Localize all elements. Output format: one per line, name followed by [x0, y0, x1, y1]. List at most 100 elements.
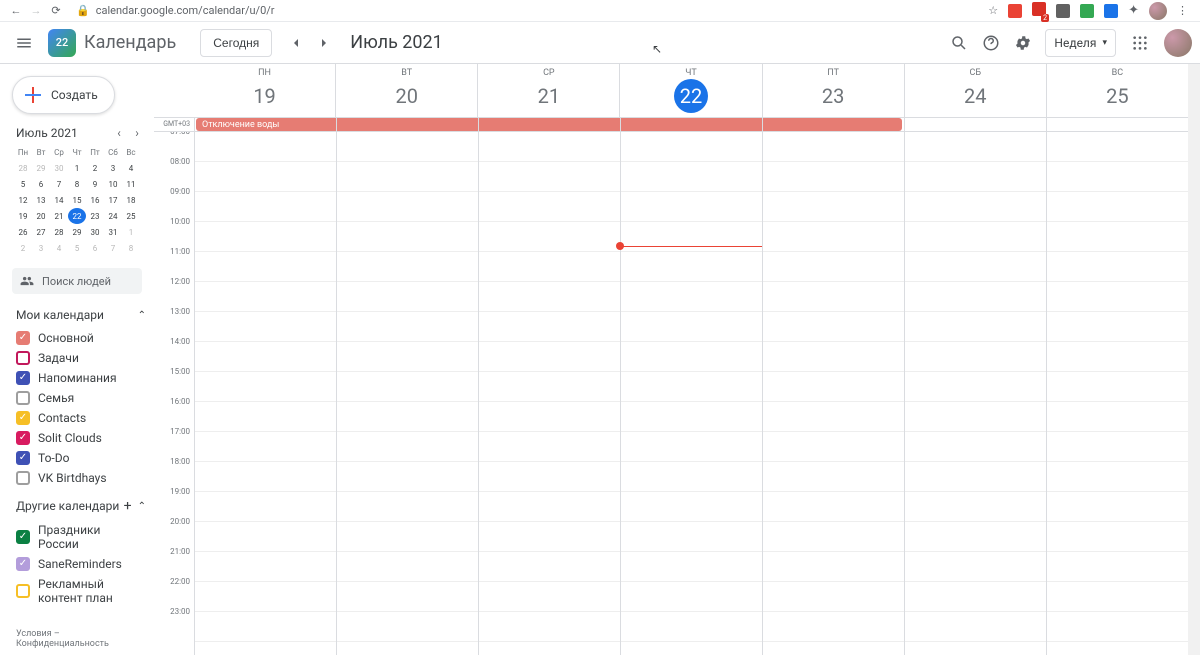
day-column[interactable] — [762, 132, 904, 655]
calendar-item[interactable]: Основной — [0, 328, 154, 348]
allday-cell[interactable] — [1046, 118, 1188, 131]
mini-day[interactable]: 1 — [68, 160, 86, 176]
day-header[interactable]: СБ24 — [904, 64, 1046, 117]
day-column[interactable] — [336, 132, 478, 655]
day-column[interactable] — [478, 132, 620, 655]
mini-day[interactable]: 29 — [32, 160, 50, 176]
mini-day[interactable]: 15 — [68, 192, 86, 208]
calendar-checkbox[interactable] — [16, 371, 30, 385]
mini-day[interactable]: 22 — [68, 208, 86, 224]
calendar-checkbox[interactable] — [16, 411, 30, 425]
mini-day[interactable]: 19 — [14, 208, 32, 224]
search-people-input[interactable]: Поиск людей — [12, 268, 142, 294]
mini-day[interactable]: 2 — [14, 240, 32, 256]
mini-day[interactable]: 23 — [86, 208, 104, 224]
calendar-checkbox[interactable] — [16, 431, 30, 445]
ext-icon-grey[interactable] — [1056, 4, 1070, 18]
mini-day[interactable]: 17 — [104, 192, 122, 208]
day-header[interactable]: ВС25 — [1046, 64, 1188, 117]
mini-prev-button[interactable]: ‹ — [110, 124, 128, 142]
account-avatar[interactable] — [1164, 29, 1192, 57]
mini-day[interactable]: 3 — [32, 240, 50, 256]
footer-links[interactable]: Условия – Конфиденциальность — [0, 625, 154, 653]
next-period-button[interactable] — [310, 29, 338, 57]
calendar-checkbox[interactable] — [16, 584, 30, 598]
allday-cell[interactable] — [336, 118, 478, 131]
view-switcher[interactable]: Неделя ▾ — [1045, 29, 1116, 57]
ext-icon-green[interactable] — [1080, 4, 1094, 18]
main-menu-button[interactable] — [8, 27, 40, 59]
mini-day[interactable]: 5 — [68, 240, 86, 256]
mini-day[interactable]: 4 — [50, 240, 68, 256]
mini-day[interactable]: 5 — [14, 176, 32, 192]
day-number[interactable]: 20 — [390, 79, 424, 113]
mini-day[interactable]: 6 — [32, 176, 50, 192]
day-header[interactable]: ВТ20 — [335, 64, 477, 117]
today-button[interactable]: Сегодня — [200, 29, 272, 57]
add-calendar-button[interactable]: + — [124, 498, 132, 514]
day-number[interactable]: 25 — [1100, 79, 1134, 113]
mini-day[interactable]: 16 — [86, 192, 104, 208]
forward-button[interactable]: → — [26, 4, 46, 17]
mini-day[interactable]: 10 — [104, 176, 122, 192]
back-button[interactable]: ← — [6, 4, 26, 17]
profile-avatar[interactable] — [1149, 2, 1167, 20]
mini-day[interactable]: 11 — [122, 176, 140, 192]
day-column[interactable] — [620, 132, 762, 655]
calendar-checkbox[interactable] — [16, 351, 30, 365]
calendar-item[interactable]: Праздники России — [0, 520, 154, 554]
day-column[interactable] — [194, 132, 336, 655]
day-header[interactable]: ПТ23 — [762, 64, 904, 117]
mini-day[interactable]: 4 — [122, 160, 140, 176]
mini-day[interactable]: 30 — [50, 160, 68, 176]
day-column[interactable] — [1046, 132, 1188, 655]
mini-day[interactable]: 21 — [50, 208, 68, 224]
mini-day[interactable]: 29 — [68, 224, 86, 240]
mini-day[interactable]: 1 — [122, 224, 140, 240]
star-icon[interactable]: ☆ — [988, 4, 998, 17]
day-header[interactable]: ПН19 — [194, 64, 335, 117]
mini-day[interactable]: 30 — [86, 224, 104, 240]
day-number[interactable]: 23 — [816, 79, 850, 113]
mini-day[interactable]: 24 — [104, 208, 122, 224]
my-calendars-toggle[interactable]: Мои календари ⌃ — [0, 300, 154, 326]
create-button[interactable]: Создать — [12, 76, 115, 114]
calendar-checkbox[interactable] — [16, 331, 30, 345]
calendar-item[interactable]: SaneReminders — [0, 554, 154, 574]
calendar-checkbox[interactable] — [16, 530, 30, 544]
allday-cell[interactable] — [762, 118, 904, 131]
settings-button[interactable] — [1007, 27, 1039, 59]
search-button[interactable] — [943, 27, 975, 59]
mini-day[interactable]: 31 — [104, 224, 122, 240]
day-number[interactable]: 19 — [248, 79, 282, 113]
music-ext-icon[interactable]: 2 — [1032, 2, 1046, 19]
mini-day[interactable]: 9 — [86, 176, 104, 192]
mini-day[interactable]: 27 — [32, 224, 50, 240]
mini-day[interactable]: 25 — [122, 208, 140, 224]
prev-period-button[interactable] — [282, 29, 310, 57]
mini-day[interactable]: 20 — [32, 208, 50, 224]
calendar-item[interactable]: Рекламный контент план — [0, 574, 154, 608]
mini-day[interactable]: 14 — [50, 192, 68, 208]
gmail-ext-icon[interactable] — [1008, 4, 1022, 18]
help-button[interactable] — [975, 27, 1007, 59]
calendar-item[interactable]: Семья — [0, 388, 154, 408]
calendar-checkbox[interactable] — [16, 451, 30, 465]
chrome-menu-icon[interactable]: ⋮ — [1177, 4, 1188, 17]
allday-cell[interactable] — [194, 118, 336, 131]
calendar-item[interactable]: VK Birtdhays — [0, 468, 154, 488]
calendar-checkbox[interactable] — [16, 471, 30, 485]
google-apps-button[interactable] — [1124, 27, 1156, 59]
allday-cell[interactable] — [478, 118, 620, 131]
day-number[interactable]: 21 — [532, 79, 566, 113]
mini-day[interactable]: 18 — [122, 192, 140, 208]
mini-day[interactable]: 3 — [104, 160, 122, 176]
allday-cell[interactable] — [620, 118, 762, 131]
mini-day[interactable]: 2 — [86, 160, 104, 176]
mini-day[interactable]: 7 — [104, 240, 122, 256]
calendar-item[interactable]: Задачи — [0, 348, 154, 368]
mini-day[interactable]: 13 — [32, 192, 50, 208]
calendar-checkbox[interactable] — [16, 557, 30, 571]
address-bar[interactable]: calendar.google.com/calendar/u/0/r — [96, 4, 989, 17]
mini-day[interactable]: 28 — [50, 224, 68, 240]
